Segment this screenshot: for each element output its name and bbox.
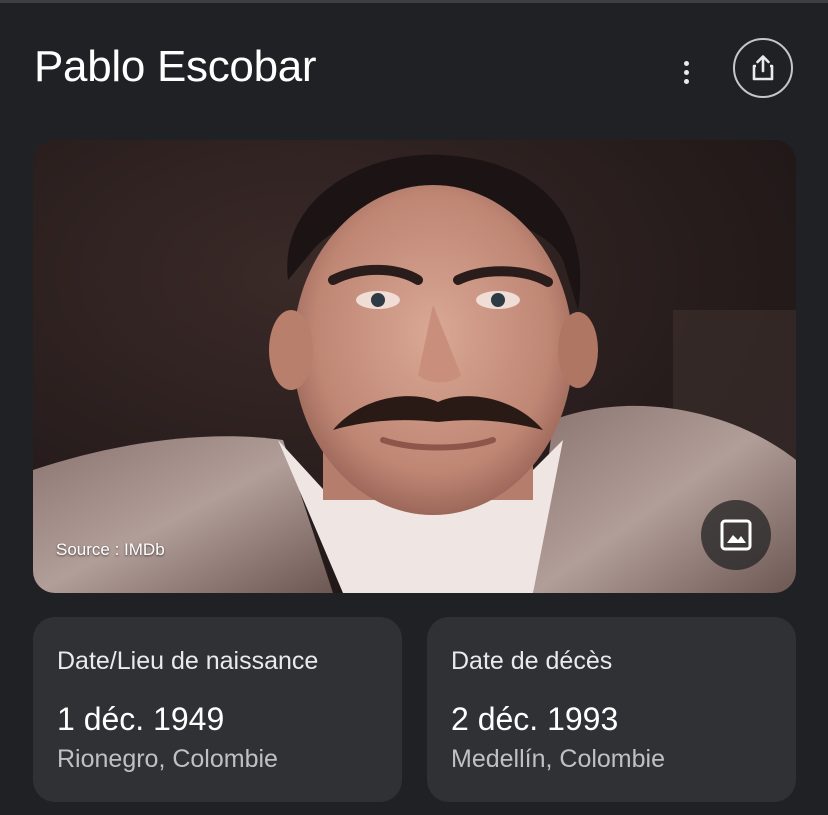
more-options-button[interactable]	[668, 54, 704, 90]
portrait-illustration	[33, 140, 796, 593]
view-images-button[interactable]	[701, 500, 771, 570]
portrait-image[interactable]: Source : IMDb	[33, 140, 796, 593]
more-vertical-icon	[683, 60, 689, 66]
image-source-caption: Source : IMDb	[56, 540, 165, 559]
image-icon	[720, 519, 752, 551]
page-title: Pablo Escobar	[34, 42, 317, 91]
share-button[interactable]	[733, 38, 793, 98]
death-date: 2 déc. 1993	[451, 701, 619, 737]
birth-date: 1 déc. 1949	[57, 701, 225, 737]
death-label: Date de décès	[451, 647, 613, 675]
death-info-card[interactable]: Date de décès 2 déc. 1993 Medellín, Colo…	[427, 617, 796, 802]
birth-label: Date/Lieu de naissance	[57, 647, 319, 675]
share-icon	[752, 55, 774, 81]
death-place: Medellín, Colombie	[451, 745, 665, 773]
birth-place: Rionegro, Colombie	[57, 745, 278, 773]
birth-info-card[interactable]: Date/Lieu de naissance 1 déc. 1949 Rione…	[33, 617, 402, 802]
top-divider	[0, 0, 828, 3]
